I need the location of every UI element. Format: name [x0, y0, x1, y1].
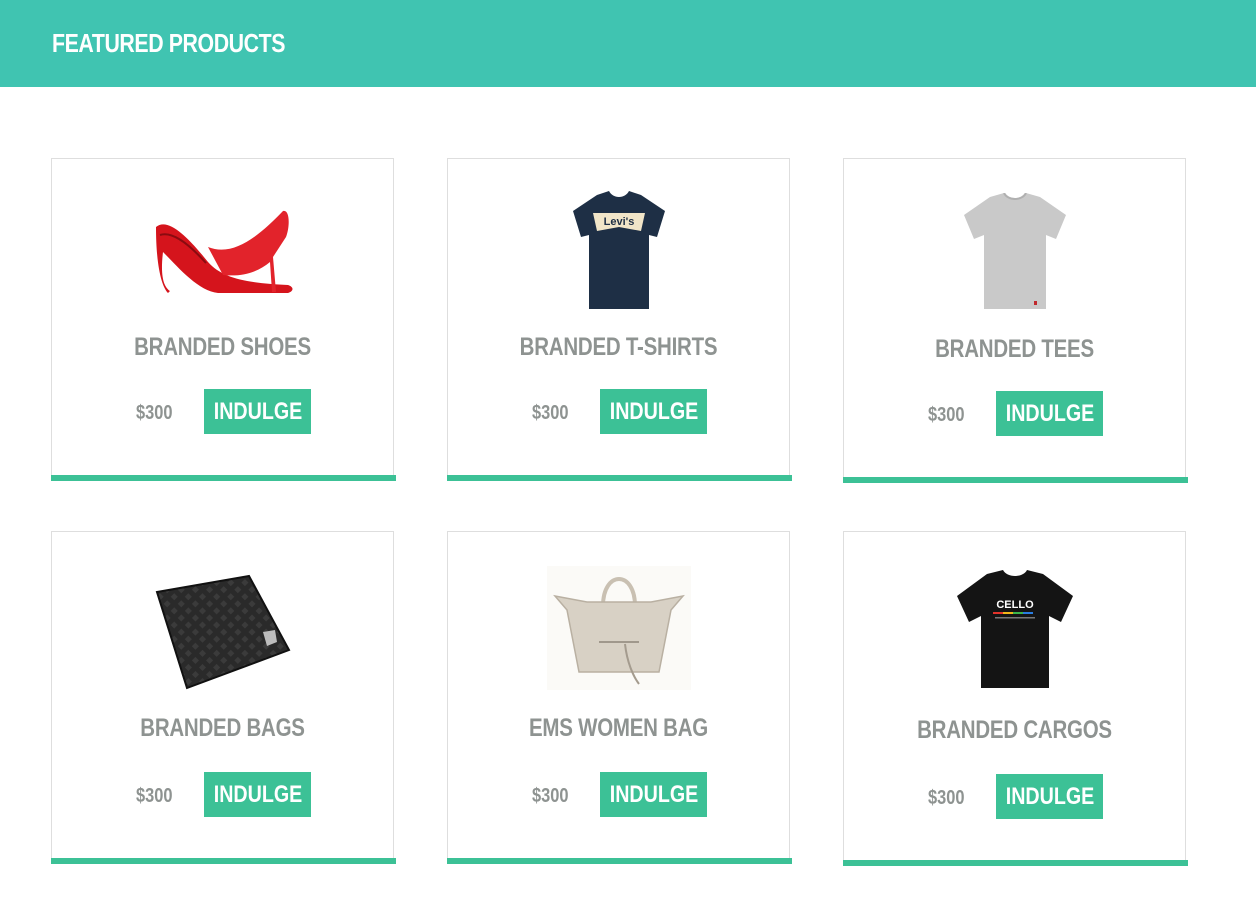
black-wallet-image [155, 574, 290, 690]
product-name: BRANDED T-SHIRTS [519, 333, 718, 361]
indulge-button[interactable]: INDULGE [996, 774, 1103, 819]
card-accent-bar [843, 860, 1188, 866]
levis-tshirt-image: Levi's [572, 191, 665, 309]
product-image[interactable]: Levi's [448, 191, 789, 311]
product-card-shoes: BRANDED SHOES $300 INDULGE [51, 158, 396, 481]
product-image[interactable] [844, 193, 1185, 313]
indulge-button[interactable]: INDULGE [204, 772, 311, 817]
beige-handbag-image [546, 566, 691, 690]
card-accent-bar [51, 475, 396, 481]
black-cello-tshirt-image: CELLO [956, 570, 1073, 688]
product-card-tshirts: Levi's BRANDED T-SHIRTS $300 INDULGE [447, 158, 792, 481]
indulge-button[interactable]: INDULGE [600, 389, 707, 434]
product-name: EMS WOMEN BAG [528, 714, 709, 742]
card-accent-bar [843, 477, 1188, 483]
product-name: BRANDED SHOES [134, 333, 311, 361]
product-card-tees: BRANDED TEES $300 INDULGE [843, 158, 1188, 483]
card-accent-bar [447, 858, 792, 864]
product-image[interactable] [448, 566, 789, 690]
header-bar: FEATURED PRODUCTS [0, 0, 1256, 87]
product-image[interactable] [52, 207, 393, 299]
indulge-button[interactable]: INDULGE [600, 772, 707, 817]
product-price: $300 [136, 785, 173, 807]
product-name: BRANDED TEES [935, 335, 1094, 363]
svg-text:Levi's: Levi's [603, 216, 634, 228]
page-title: FEATURED PRODUCTS [52, 28, 286, 58]
product-price: $300 [928, 404, 965, 426]
product-name: BRANDED BAGS [140, 714, 305, 742]
svg-text:CELLO: CELLO [996, 599, 1034, 611]
product-price: $300 [532, 785, 569, 807]
product-price: $300 [532, 402, 569, 424]
product-price: $300 [136, 402, 173, 424]
grey-tee-image [963, 193, 1066, 309]
card-accent-bar [447, 475, 792, 481]
red-high-heels-image [155, 210, 292, 293]
indulge-button[interactable]: INDULGE [204, 389, 311, 434]
product-price: $300 [928, 787, 965, 809]
product-card-cargos: CELLO BRANDED CARGOS $300 INDULGE [843, 531, 1188, 866]
indulge-button[interactable]: INDULGE [996, 391, 1103, 436]
product-name: BRANDED CARGOS [917, 716, 1112, 744]
product-image[interactable] [52, 572, 393, 692]
card-accent-bar [51, 858, 396, 864]
product-card-ems-women-bag: EMS WOMEN BAG $300 INDULGE [447, 531, 792, 864]
product-image[interactable]: CELLO [844, 570, 1185, 690]
product-card-bags: BRANDED BAGS $300 INDULGE [51, 531, 396, 864]
